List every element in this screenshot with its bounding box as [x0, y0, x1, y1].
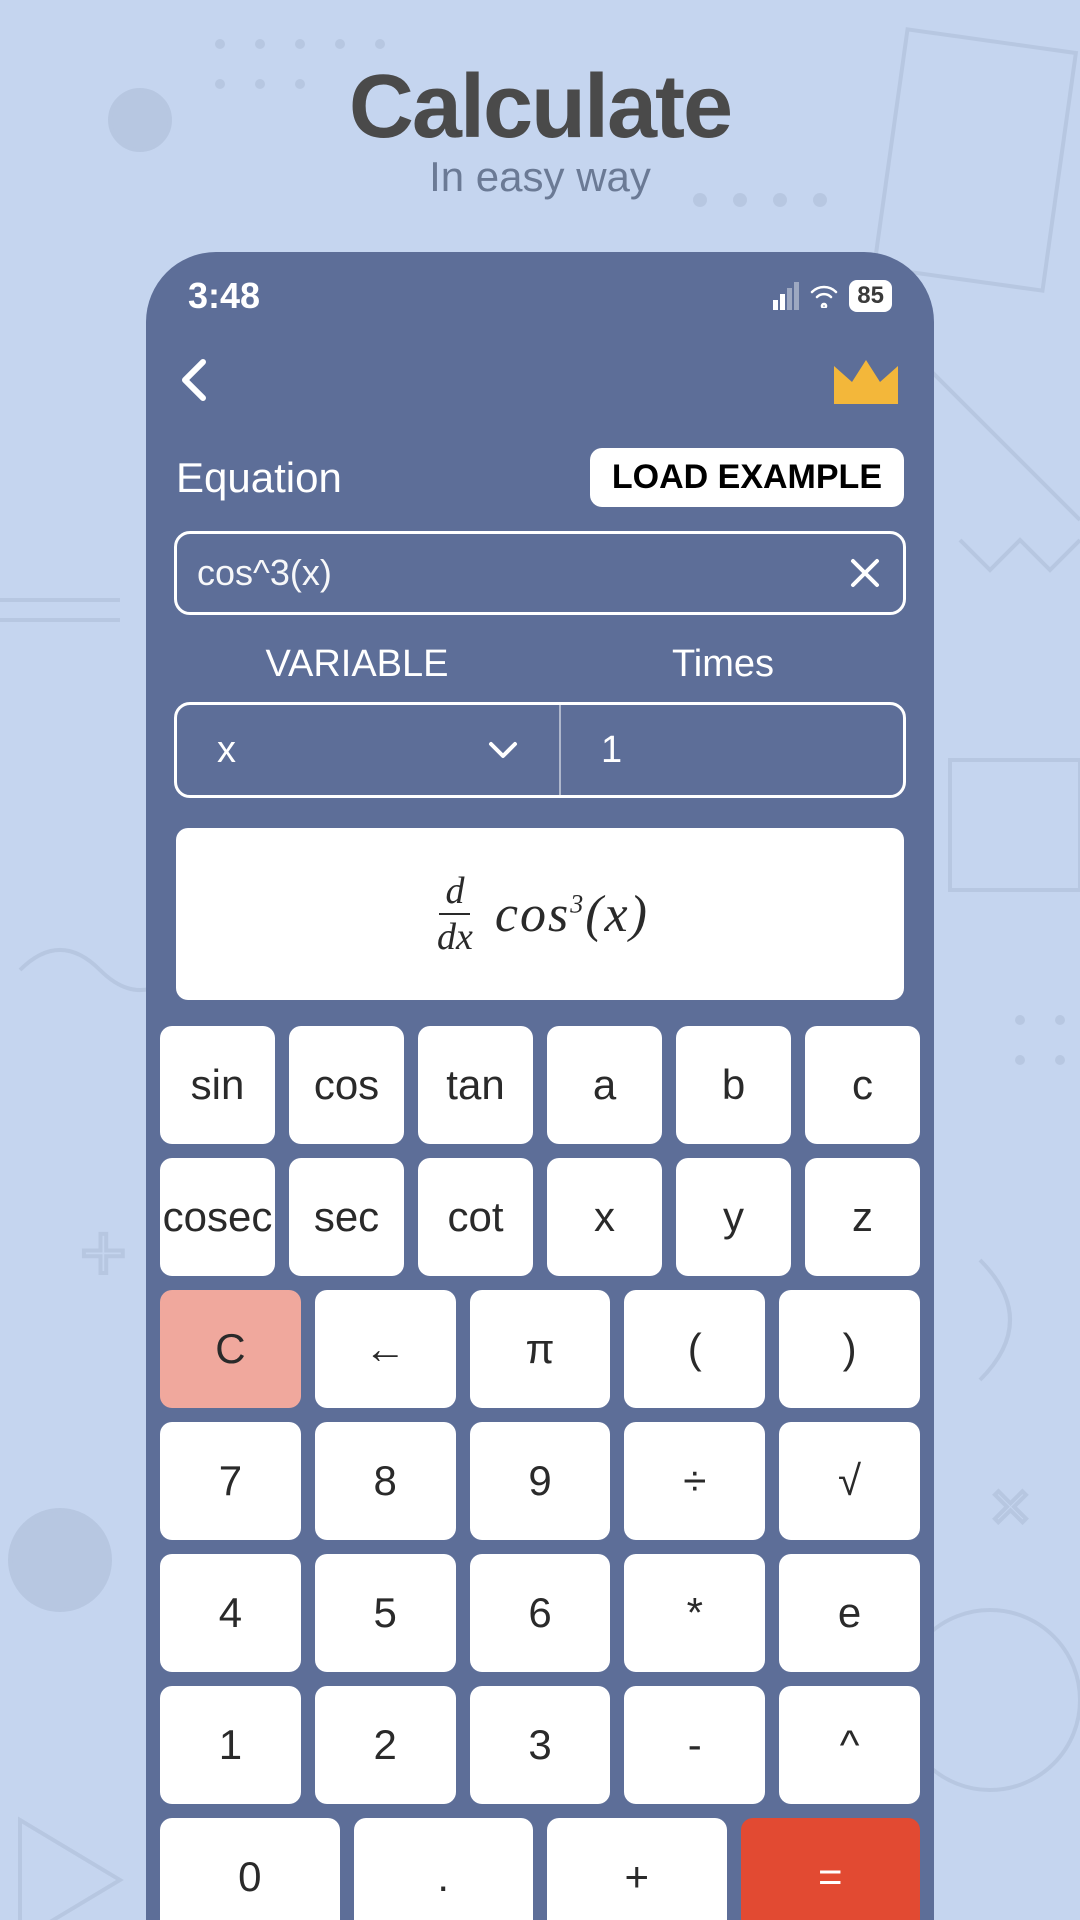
chevron-down-icon — [487, 740, 519, 760]
variable-header: VARIABLE — [174, 643, 540, 686]
page-subtitle: In easy way — [0, 153, 1080, 201]
key-4[interactable]: 4 — [160, 1554, 301, 1672]
load-example-button[interactable]: LOAD EXAMPLE — [590, 448, 904, 507]
key-6[interactable]: 6 — [470, 1554, 611, 1672]
key-rparen[interactable]: ) — [779, 1290, 920, 1408]
phone-frame: 3:48 85 Equation LOAD EXAMPLE cos^3(x) — [146, 252, 934, 1920]
times-value: 1 — [601, 729, 622, 772]
key-7[interactable]: 7 — [160, 1422, 301, 1540]
deriv-bot: dx — [431, 915, 479, 959]
deriv-top: d — [439, 869, 470, 915]
wifi-icon — [809, 284, 839, 308]
equation-input[interactable]: cos^3(x) — [174, 531, 906, 615]
clear-input-icon[interactable] — [847, 555, 883, 591]
times-header: Times — [540, 643, 906, 686]
equation-label: Equation — [176, 454, 342, 502]
key-c[interactable]: c — [805, 1026, 920, 1144]
times-input[interactable]: 1 — [561, 705, 903, 795]
key-8[interactable]: 8 — [315, 1422, 456, 1540]
crown-icon[interactable] — [828, 352, 904, 408]
key-pi[interactable]: π — [470, 1290, 611, 1408]
svg-text:+: + — [80, 1208, 127, 1297]
key-sec[interactable]: sec — [289, 1158, 404, 1276]
key-clear[interactable]: C — [160, 1290, 301, 1408]
key-y[interactable]: y — [676, 1158, 791, 1276]
key-cot[interactable]: cot — [418, 1158, 533, 1276]
status-bar: 3:48 85 — [146, 252, 934, 322]
key-sqrt[interactable]: √ — [779, 1422, 920, 1540]
key-multiply[interactable]: * — [624, 1554, 765, 1672]
key-b[interactable]: b — [676, 1026, 791, 1144]
status-time: 3:48 — [188, 275, 260, 317]
key-minus[interactable]: - — [624, 1686, 765, 1804]
key-5[interactable]: 5 — [315, 1554, 456, 1672]
key-dot[interactable]: . — [354, 1818, 534, 1920]
key-lparen[interactable]: ( — [624, 1290, 765, 1408]
equation-value: cos^3(x) — [197, 552, 332, 594]
svg-text:×: × — [990, 1467, 1031, 1545]
key-z[interactable]: z — [805, 1158, 920, 1276]
key-0[interactable]: 0 — [160, 1818, 340, 1920]
battery-level: 85 — [849, 280, 892, 312]
back-icon[interactable] — [176, 356, 212, 404]
key-sin[interactable]: sin — [160, 1026, 275, 1144]
key-backspace[interactable]: ← — [315, 1290, 456, 1408]
signal-icon — [773, 282, 799, 310]
preview-arg: (x) — [585, 886, 649, 943]
preview-sup: 3 — [570, 889, 585, 918]
keypad: sin cos tan a b c cosec sec cot x y z C … — [146, 1000, 934, 1920]
key-divide[interactable]: ÷ — [624, 1422, 765, 1540]
variable-value: x — [217, 729, 236, 772]
key-a[interactable]: a — [547, 1026, 662, 1144]
preview-func: cos — [495, 886, 570, 943]
key-e[interactable]: e — [779, 1554, 920, 1672]
key-1[interactable]: 1 — [160, 1686, 301, 1804]
equation-preview: d dx cos3(x) — [176, 828, 904, 1000]
key-tan[interactable]: tan — [418, 1026, 533, 1144]
key-equals[interactable]: = — [741, 1818, 921, 1920]
key-cos[interactable]: cos — [289, 1026, 404, 1144]
key-cosec[interactable]: cosec — [160, 1158, 275, 1276]
key-x[interactable]: x — [547, 1158, 662, 1276]
key-power[interactable]: ^ — [779, 1686, 920, 1804]
key-2[interactable]: 2 — [315, 1686, 456, 1804]
page-title: Calculate — [0, 56, 1080, 159]
variable-select[interactable]: x — [177, 705, 561, 795]
key-plus[interactable]: + — [547, 1818, 727, 1920]
key-9[interactable]: 9 — [470, 1422, 611, 1540]
key-3[interactable]: 3 — [470, 1686, 611, 1804]
